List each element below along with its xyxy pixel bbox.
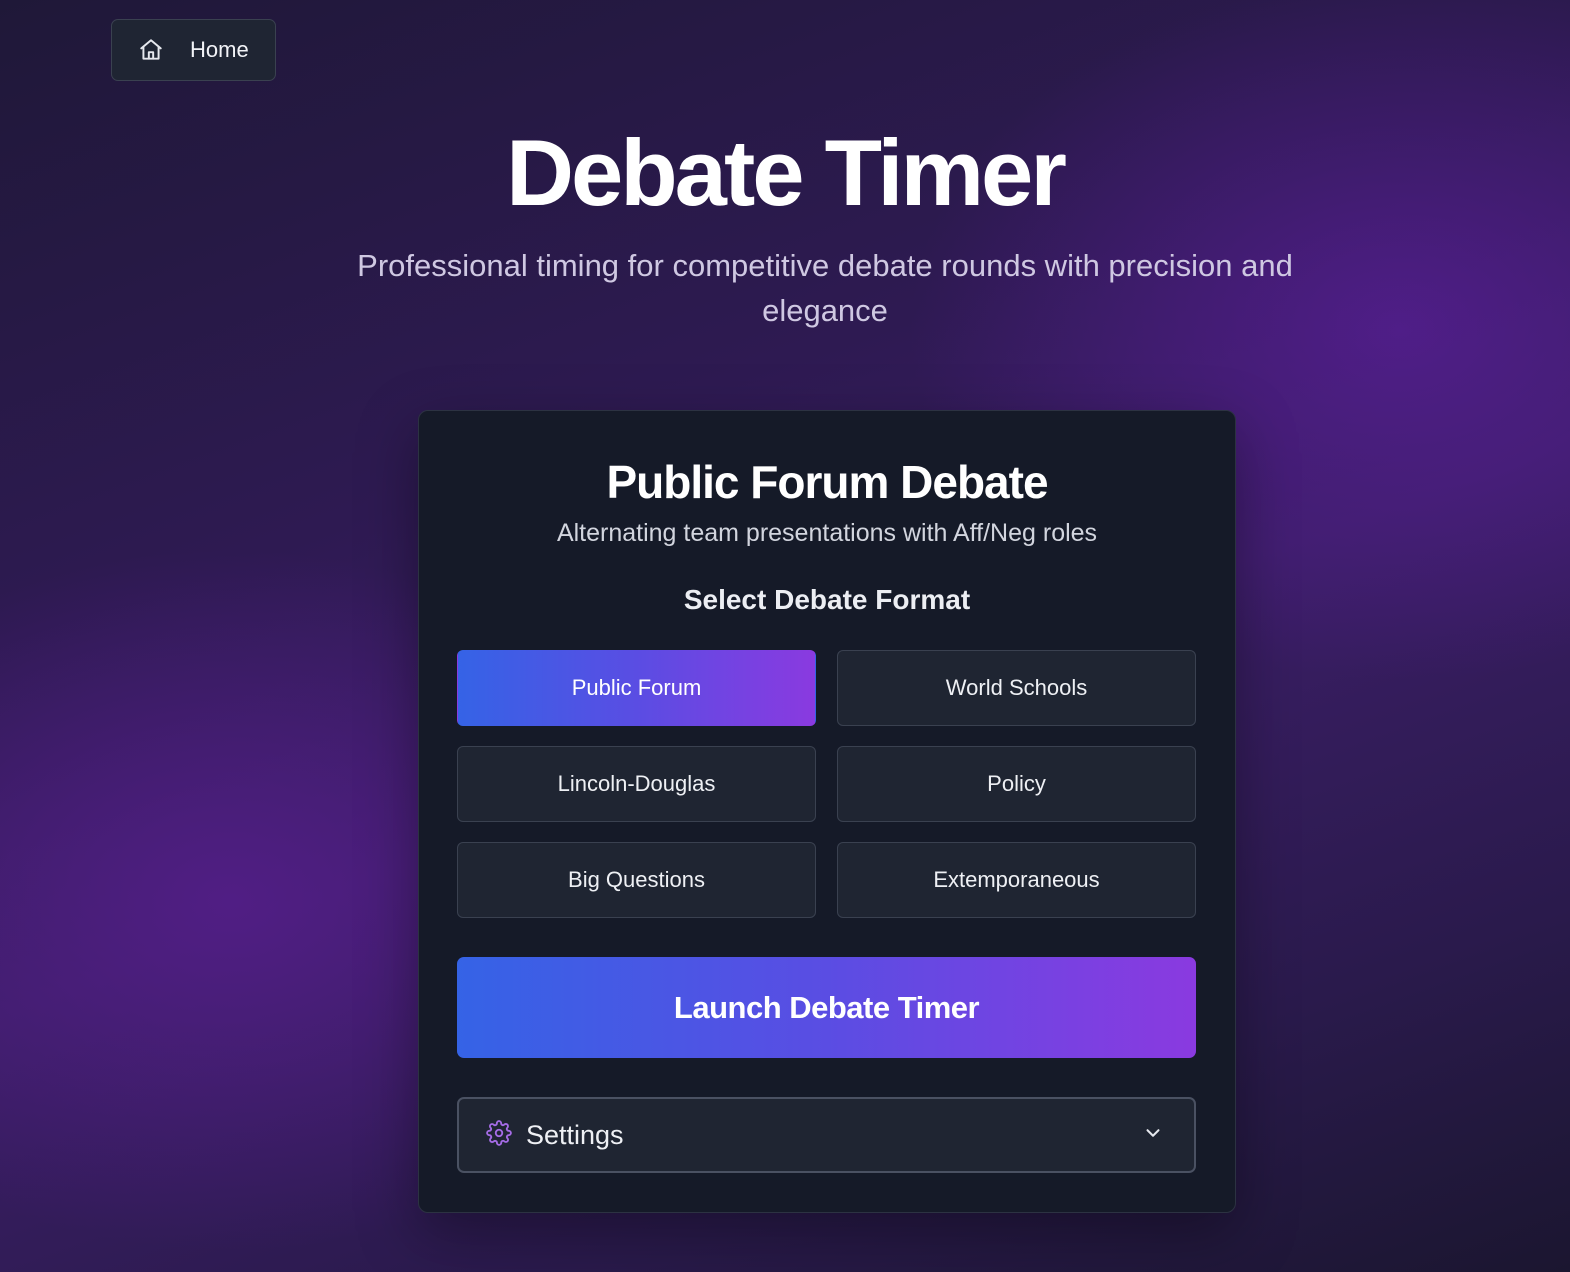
format-card: Public Forum Debate Alternating team pre…	[418, 410, 1236, 1213]
gear-icon	[486, 1119, 512, 1151]
settings-accordion[interactable]: Settings	[457, 1097, 1196, 1173]
format-button-extemporaneous[interactable]: Extemporaneous	[837, 842, 1196, 918]
page-title: Debate Timer	[506, 120, 1067, 225]
page-subtitle: Professional timing for competitive deba…	[357, 248, 1293, 328]
settings-label: Settings	[526, 1119, 624, 1150]
launch-timer-button[interactable]: Launch Debate Timer	[457, 957, 1196, 1058]
format-section-heading: Select Debate Format	[683, 584, 971, 615]
format-button-policy[interactable]: Policy	[837, 746, 1196, 822]
format-button-world-schools[interactable]: World Schools	[837, 650, 1196, 726]
selected-format-title: Public Forum Debate	[606, 456, 1048, 508]
selected-format-description: Alternating team presentations with Aff/…	[556, 519, 1098, 547]
home-icon	[138, 37, 164, 63]
chevron-down-icon	[1142, 1122, 1164, 1149]
home-label: Home	[190, 37, 249, 62]
format-button-big-questions[interactable]: Big Questions	[457, 842, 816, 918]
home-button[interactable]: Home	[111, 19, 276, 81]
format-button-lincoln-douglas[interactable]: Lincoln-Douglas	[457, 746, 816, 822]
format-button-public-forum[interactable]: Public Forum	[457, 650, 816, 726]
